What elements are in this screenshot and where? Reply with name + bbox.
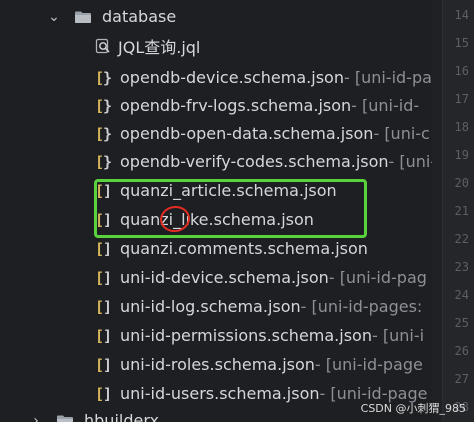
list-item[interactable]: [] quanzi.comments.schema.json (0, 234, 432, 263)
file-label: quanzi_article.schema.json (120, 181, 337, 200)
json-file-icon: [} (94, 68, 112, 87)
file-label: uni-id-log.schema.json (120, 297, 301, 316)
line-number: 17 (454, 92, 469, 106)
file-explorer: ⌄ database JQL查询.jql [} opendb-device.sc… (0, 0, 432, 422)
file-label: uni-id-users.schema.json (120, 384, 320, 403)
json-file-icon: [] (94, 297, 112, 316)
list-item[interactable]: [] uni-id-permissions.schema.json - [uni… (0, 321, 432, 350)
file-label: opendb-open-data.schema.json (120, 124, 374, 143)
line-number: 24 (454, 288, 469, 302)
file-label: opendb-device.schema.json (120, 68, 344, 87)
file-label: quanzi.comments.schema.json (120, 239, 368, 258)
file-meta: - [uni- (388, 152, 432, 171)
json-file-icon: [} (94, 124, 112, 143)
json-file-icon: [] (94, 210, 112, 229)
list-item[interactable]: [} opendb-device.schema.json - [uni-id-p… (0, 63, 432, 92)
list-item[interactable]: [] quanzi_like.schema.json (0, 205, 432, 234)
line-number: 20 (454, 176, 469, 190)
json-file-icon: [] (94, 384, 112, 403)
line-number: 25 (454, 316, 469, 330)
folder-database[interactable]: ⌄ database (0, 2, 432, 31)
watermark: CSDN @小刺猬_985 (360, 402, 466, 415)
json-file-icon: [} (94, 96, 112, 115)
list-item[interactable]: [} opendb-frv-logs.schema.json - [uni-id… (0, 91, 432, 120)
json-file-icon: [] (94, 181, 112, 200)
file-meta: - [uni-id- (351, 96, 420, 115)
scrollbar[interactable] (432, 0, 442, 422)
list-item[interactable]: [} opendb-verify-codes.schema.json - [un… (0, 147, 432, 176)
json-file-icon: [] (94, 268, 112, 287)
file-label: uni-id-roles.schema.json (120, 355, 315, 374)
search-icon (94, 37, 112, 55)
line-number: 22 (454, 232, 469, 246)
line-number: 19 (454, 148, 469, 162)
file-label: opendb-verify-codes.schema.json (120, 152, 389, 171)
line-number: 15 (454, 36, 469, 50)
folder-label: hbuilderx (84, 411, 159, 422)
file-meta: - [uni-id-pa (343, 68, 432, 87)
line-number: 18 (454, 120, 469, 134)
json-file-icon: [] (94, 326, 112, 345)
file-label: uni-id-permissions.schema.json (120, 326, 372, 345)
folder-label: database (102, 7, 177, 26)
line-number: 23 (454, 260, 469, 274)
file-meta: - [uni-id-pages: (300, 297, 423, 316)
file-meta: - [uni-id-pag (328, 268, 427, 287)
folder-icon (56, 414, 74, 422)
line-number: 26 (454, 344, 469, 358)
chevron-down-icon[interactable]: ⌄ (46, 9, 62, 25)
list-item[interactable]: [] uni-id-log.schema.json - [uni-id-page… (0, 292, 432, 321)
file-jql-query[interactable]: JQL查询.jql (0, 31, 432, 60)
file-meta: - [uni-c (373, 124, 430, 143)
file-label: JQL查询.jql (118, 37, 201, 57)
list-item[interactable]: [} opendb-open-data.schema.json - [uni-c (0, 119, 432, 148)
line-number: 27 (454, 372, 469, 386)
file-label: uni-id-device.schema.json (120, 268, 329, 287)
json-file-icon: [] (94, 355, 112, 374)
line-number: 21 (454, 204, 469, 218)
line-number: 16 (454, 64, 469, 78)
folder-icon (74, 10, 92, 24)
line-number-gutter: 14 15 16 17 18 19 20 21 22 23 24 25 26 2… (442, 0, 474, 422)
file-meta: - [uni-id-page (314, 355, 423, 374)
list-item[interactable]: [] quanzi_article.schema.json (0, 176, 432, 205)
line-number: 14 (454, 8, 469, 22)
file-label: quanzi_like.schema.json (120, 210, 314, 229)
chevron-right-icon[interactable]: › (28, 413, 44, 422)
file-label: opendb-frv-logs.schema.json (120, 96, 352, 115)
json-file-icon: [} (94, 152, 112, 171)
list-item[interactable]: [] uni-id-roles.schema.json - [uni-id-pa… (0, 350, 432, 379)
file-meta: - [uni-i (371, 326, 425, 345)
json-file-icon: [] (94, 239, 112, 258)
list-item[interactable]: [] uni-id-device.schema.json - [uni-id-p… (0, 263, 432, 292)
